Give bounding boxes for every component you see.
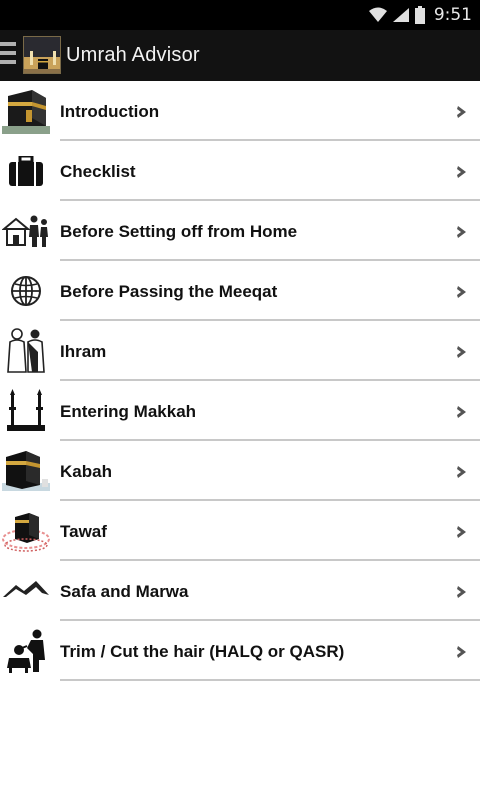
menu-item-label: Introduction <box>60 102 160 121</box>
suitcase-icon <box>0 143 52 199</box>
menu-item-introduction[interactable]: Introduction <box>0 81 480 141</box>
app-logo[interactable] <box>23 36 61 74</box>
chevron-right-icon <box>457 646 466 658</box>
chevron-right-icon <box>457 166 466 178</box>
menu-item-label: Safa and Marwa <box>60 582 189 601</box>
chevron-right-icon <box>457 586 466 598</box>
menu-item-ihram[interactable]: Ihram <box>0 321 480 381</box>
kaaba-icon <box>0 83 52 139</box>
chevron-right-icon <box>457 226 466 238</box>
menu-item-label: Entering Makkah <box>60 402 197 421</box>
status-icons: 9:51 <box>368 3 472 27</box>
chevron-right-icon <box>457 286 466 298</box>
menu-item-label: Trim / Cut the hair (HALQ or QASR) <box>60 642 345 661</box>
chevron-right-icon <box>457 466 466 478</box>
menu-item-label: Before Passing the Meeqat <box>60 282 278 301</box>
chevron-right-icon <box>457 526 466 538</box>
wifi-icon <box>368 7 387 22</box>
menu-item-label: Tawaf <box>60 522 107 541</box>
app-title: Umrah Advisor <box>66 44 200 66</box>
chevron-right-icon <box>457 406 466 418</box>
menu-item-label: Ihram <box>60 342 107 361</box>
menu-item-safa-marwa[interactable]: Safa and Marwa <box>0 561 480 621</box>
chevron-right-icon <box>457 106 466 118</box>
status-bar: 9:51 <box>0 0 480 30</box>
divider <box>60 679 480 681</box>
menu-item-entering-makkah[interactable]: Entering Makkah <box>0 381 480 441</box>
menu-item-tawaf[interactable]: Tawaf <box>0 501 480 561</box>
clock: 9:51 <box>433 5 472 25</box>
menu-item-before-meeqat[interactable]: Before Passing the Meeqat <box>0 261 480 321</box>
menu-item-kabah[interactable]: Kabah <box>0 441 480 501</box>
battery-icon <box>414 6 425 24</box>
minarets-icon <box>0 383 52 439</box>
family-home-icon <box>0 203 52 259</box>
action-bar: Umrah Advisor <box>0 30 480 81</box>
hills-icon <box>0 563 52 619</box>
menu-item-label: Before Setting off from Home <box>60 222 298 241</box>
menu-item-before-setting-off[interactable]: Before Setting off from Home <box>0 201 480 261</box>
barber-icon <box>0 623 52 679</box>
menu-list: Introduction Checklist Before Setting of… <box>0 81 480 681</box>
menu-item-label: Kabah <box>60 462 112 481</box>
menu-item-label: Checklist <box>60 162 136 181</box>
menu-item-trim-hair[interactable]: Trim / Cut the hair (HALQ or QASR) <box>0 621 480 681</box>
globe-icon <box>0 263 52 319</box>
chevron-right-icon <box>457 346 466 358</box>
signal-icon <box>392 8 409 22</box>
ihram-pilgrims-icon <box>0 323 52 379</box>
menu-icon[interactable] <box>0 42 18 68</box>
tawaf-icon <box>0 503 52 559</box>
kabah-icon <box>0 443 52 499</box>
menu-item-checklist[interactable]: Checklist <box>0 141 480 201</box>
